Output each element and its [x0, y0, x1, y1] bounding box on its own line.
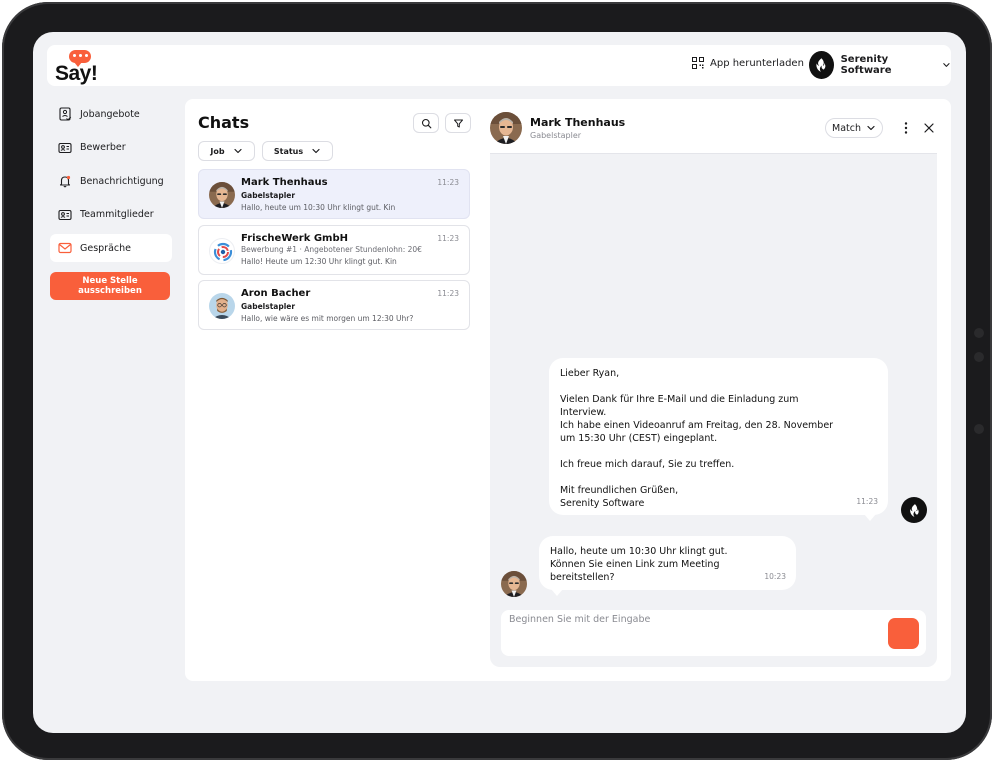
- job-list-icon: [59, 107, 72, 121]
- job-filter-dropdown[interactable]: Job: [198, 141, 255, 161]
- sidebar-item-label: Gespräche: [80, 242, 132, 254]
- filter-icon: [453, 119, 463, 127]
- tablet-frame: Say! App herunterladen Serenity Software: [2, 2, 992, 760]
- chat-subtitle: Gabelstapler: [241, 191, 296, 200]
- message-line: Lieber Ryan,: [560, 368, 620, 379]
- company-logo-icon: [901, 497, 927, 523]
- conversation-avatar: [490, 112, 522, 144]
- sidebar-item-jobangebote[interactable]: Jobangebote: [50, 100, 172, 128]
- company-switcher[interactable]: Serenity Software: [809, 51, 951, 79]
- chevron-down-icon: [311, 146, 321, 156]
- message-time: 10:23: [764, 572, 786, 581]
- send-button[interactable]: [888, 618, 919, 649]
- search-icon: [421, 118, 431, 128]
- app-download-link[interactable]: App herunterladen: [692, 57, 804, 69]
- chat-preview: Hallo! Heute um 12:30 Uhr klingt gut. Ki…: [241, 257, 397, 266]
- message-line: bereitstellen?: [550, 572, 615, 583]
- chat-list-item[interactable]: FrischeWerk GmbH 11:23 Bewerbung #1 · An…: [198, 225, 470, 275]
- search-button[interactable]: [413, 113, 439, 133]
- sidebar-item-gespraeche[interactable]: Gespräche: [50, 234, 172, 262]
- chat-list-item[interactable]: Aron Bacher 11:23 Gabelstapler Hallo, wi…: [198, 280, 470, 330]
- chevron-down-icon: [233, 146, 243, 156]
- qr-code-icon: [692, 57, 704, 69]
- match-dropdown[interactable]: Match: [825, 118, 883, 138]
- mail-icon: [58, 242, 72, 254]
- chat-subtitle: Bewerbung #1 · Angebotener Stundenlohn: …: [241, 245, 422, 254]
- chat-name: FrischeWerk GmbH: [241, 233, 349, 244]
- avatar: [209, 293, 235, 319]
- applicant-card-icon: [58, 142, 72, 153]
- message-time: 11:23: [856, 497, 878, 506]
- sidebar-item-benachrichtigung[interactable]: Benachrichtigung: [50, 167, 172, 195]
- message-line: Ich freue mich darauf, Sie zu treffen.: [560, 459, 735, 470]
- bell-icon: [59, 175, 71, 188]
- message-input[interactable]: [509, 614, 879, 625]
- chat-name: Mark Thenhaus: [241, 177, 328, 188]
- sidebar-item-bewerber[interactable]: Bewerber: [50, 134, 172, 162]
- sidebar-nav: Jobangebote Bewerber Benachrichtigung Te…: [50, 100, 172, 300]
- company-name: Serenity Software: [840, 54, 892, 76]
- new-job-label-line1: Neue Stelle: [82, 276, 138, 286]
- message-composer: [501, 610, 926, 656]
- message-line: Serenity Software: [560, 498, 645, 509]
- filter-button[interactable]: [445, 113, 471, 133]
- match-label: Match: [832, 122, 861, 134]
- close-icon[interactable]: [923, 122, 935, 134]
- outgoing-message: Lieber Ryan, Vielen Dank für Ihre E-Mail…: [549, 358, 888, 521]
- new-job-button[interactable]: Neue Stelle ausschreiben: [50, 272, 170, 300]
- main-panel: Chats Job Status Mark Thenhaus 11:23 Gab…: [185, 99, 951, 681]
- sidebar-item-label: Jobangebote: [80, 108, 140, 120]
- job-filter-label: Job: [210, 146, 225, 156]
- avatar: [209, 182, 235, 208]
- more-options-icon[interactable]: [901, 121, 911, 135]
- team-card-icon: [58, 209, 72, 220]
- top-header: Say! App herunterladen Serenity Software: [47, 45, 951, 86]
- chat-preview: Hallo, wie wäre es mit morgen um 12:30 U…: [241, 314, 414, 323]
- chevron-down-icon: [866, 123, 876, 133]
- chat-preview: Hallo, heute um 10:30 Uhr klingt gut. Ki…: [241, 203, 396, 212]
- chat-subtitle: Gabelstapler: [241, 302, 296, 311]
- say-logo[interactable]: Say!: [55, 50, 115, 88]
- tablet-side-button: [974, 328, 984, 338]
- logo-text: Say!: [55, 62, 98, 85]
- sidebar-item-label: Benachrichtigung: [80, 175, 164, 187]
- chevron-down-icon: [942, 60, 951, 70]
- message-line: Hallo, heute um 10:30 Uhr klingt gut.: [550, 546, 728, 557]
- avatar: [501, 571, 527, 597]
- sidebar-item-teammitglieder[interactable]: Teammitglieder: [50, 201, 172, 229]
- sidebar-item-label: Bewerber: [80, 142, 126, 153]
- status-filter-label: Status: [273, 146, 304, 156]
- app-download-label: App herunterladen: [710, 57, 804, 69]
- conversation-thread: Lieber Ryan, Vielen Dank für Ihre E-Mail…: [490, 153, 937, 667]
- tablet-side-button: [974, 352, 984, 362]
- conversation-role: Gabelstapler: [530, 131, 582, 140]
- chat-name: Aron Bacher: [241, 288, 311, 299]
- new-job-label-line2: ausschreiben: [78, 286, 142, 296]
- company-logo-icon: [809, 51, 834, 79]
- chat-list-item[interactable]: Mark Thenhaus 11:23 Gabelstapler Hallo, …: [198, 169, 470, 219]
- chat-time: 11:23: [437, 289, 459, 298]
- status-filter-dropdown[interactable]: Status: [262, 141, 333, 161]
- conversation-name: Mark Thenhaus: [530, 116, 626, 129]
- message-line: Vielen Dank für Ihre E-Mail und die Einl…: [560, 394, 799, 405]
- sidebar-item-label: Teammitglieder: [80, 209, 154, 220]
- chat-time: 11:23: [437, 234, 459, 243]
- message-line: Interview.: [560, 407, 607, 418]
- message-line: Ich habe einen Videoanruf am Freitag, de…: [560, 420, 834, 431]
- message-line: Mit freundlichen Grüßen,: [560, 485, 679, 496]
- app-screen: Say! App herunterladen Serenity Software: [33, 32, 966, 733]
- message-line: [560, 380, 877, 393]
- message-line: [560, 471, 877, 484]
- incoming-message: Hallo, heute um 10:30 Uhr klingt gut. Kö…: [539, 536, 796, 596]
- message-line: um 15:30 Uhr (CEST) eingeplant.: [560, 433, 718, 444]
- message-line: Können Sie einen Link zum Meeting: [550, 559, 720, 570]
- frischewerk-logo-icon: [213, 242, 233, 262]
- message-line: [560, 445, 877, 458]
- tablet-side-button: [974, 424, 984, 434]
- chats-title: Chats: [198, 113, 250, 132]
- chat-time: 11:23: [437, 178, 459, 187]
- company-avatar: [209, 238, 235, 264]
